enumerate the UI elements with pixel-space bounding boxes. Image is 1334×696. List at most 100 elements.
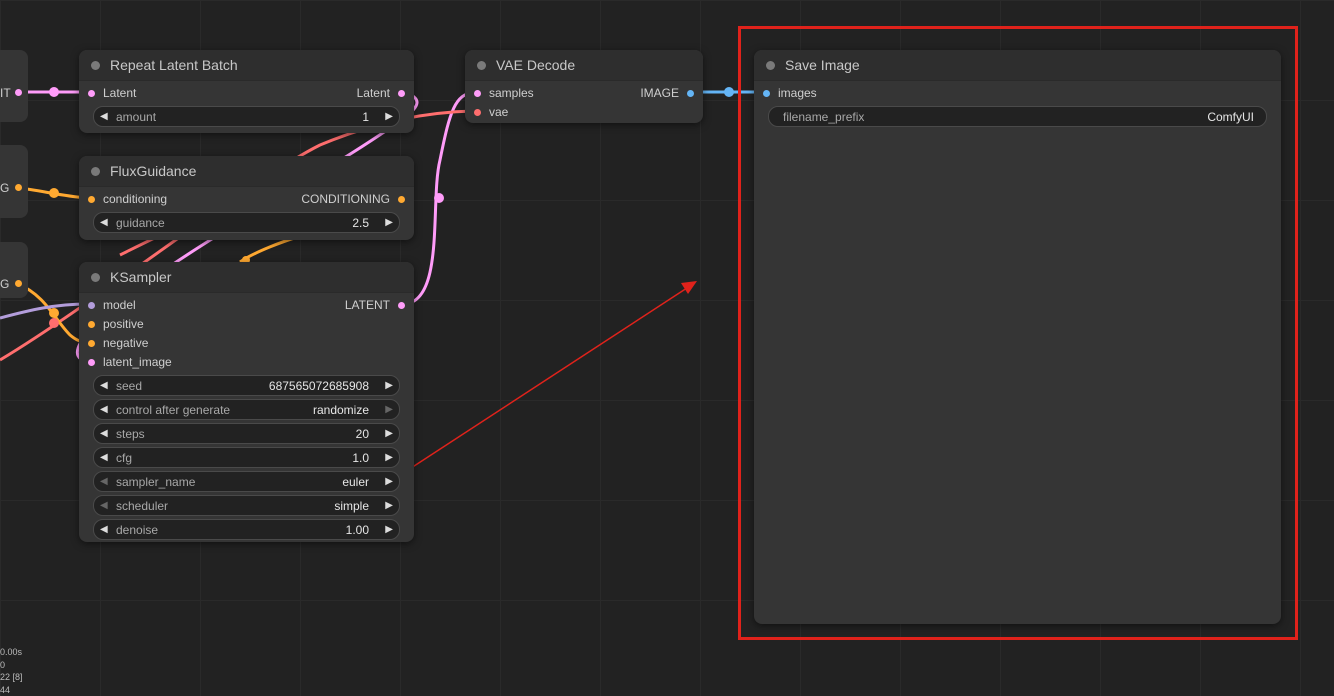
node-title-bar[interactable]: VAE Decode [465,50,703,81]
latent-dot-icon [88,89,95,97]
increment-arrow-icon[interactable]: ▶ [379,452,399,463]
conditioning-dot-icon [88,320,95,328]
decrement-arrow-icon[interactable]: ◀ [94,452,112,463]
stub-2-output-label: G [0,181,10,195]
stub-3-output-label: G [0,277,10,291]
output-slot-conditioning[interactable]: CONDITIONING [301,192,405,206]
latent-dot-icon [474,89,481,97]
widget-name: seed [116,378,143,393]
latent-dot-icon [398,89,405,97]
increment-arrow-icon[interactable]: ▶ [379,500,399,511]
slot-label: IMAGE [640,86,679,100]
widget-value: 1.0 [352,450,369,465]
stub-1-output-dot[interactable] [15,89,22,96]
widget-value: simple [334,498,369,513]
input-slot-samples[interactable]: samples [474,86,534,100]
input-slot-vae[interactable]: vae [474,105,508,119]
increment-arrow-icon[interactable]: ▶ [379,404,399,415]
decrement-arrow-icon[interactable]: ◀ [94,476,112,487]
model-dot-icon [88,301,95,309]
input-slot-negative[interactable]: negative [88,336,148,350]
widget-name: scheduler [116,498,169,513]
widget-name: denoise [116,522,159,537]
output-slot-latent[interactable]: Latent [357,86,405,100]
increment-arrow-icon[interactable]: ▶ [379,217,399,228]
node-title: FluxGuidance [110,163,197,179]
stub-node-1[interactable]: IT [0,50,28,122]
increment-arrow-icon[interactable]: ▶ [379,111,399,122]
node-ksampler[interactable]: KSampler model LATENT positive negative [79,262,414,542]
widget-name: amount [116,109,157,124]
widget-value: 2.5 [352,215,369,230]
slot-label: LATENT [344,298,390,312]
decrement-arrow-icon[interactable]: ◀ [94,428,112,439]
stat-line: 0.00s [0,647,23,657]
increment-arrow-icon[interactable]: ▶ [379,428,399,439]
decrement-arrow-icon[interactable]: ◀ [94,404,112,415]
widget-value: 1 [362,109,369,124]
stub-2-output-dot[interactable] [15,184,22,191]
node-graph-canvas[interactable]: IT G G Repeat Latent Batch Latent Latent… [0,0,1334,696]
increment-arrow-icon[interactable]: ▶ [379,380,399,391]
widget-value: 687565072685908 [268,378,369,393]
decrement-arrow-icon[interactable]: ◀ [94,111,112,122]
collapse-dot-icon[interactable] [91,272,100,282]
collapse-dot-icon[interactable] [91,166,100,176]
widget-cfg[interactable]: ◀ cfg 1.0 ▶ [93,447,400,468]
conditioning-dot-icon [398,195,405,203]
decrement-arrow-icon[interactable]: ◀ [94,524,112,535]
slot-label: Latent [356,86,390,100]
widget-control-after-generate[interactable]: ◀ control after generate randomize ▶ [93,399,400,420]
decrement-arrow-icon[interactable]: ◀ [94,380,112,391]
output-slot-image[interactable]: IMAGE [640,86,694,100]
input-slot-conditioning[interactable]: conditioning [88,192,167,206]
input-slot-model[interactable]: model [88,298,136,312]
widget-value: euler [342,474,369,489]
latent-dot-icon [398,301,405,309]
node-flux-guidance[interactable]: FluxGuidance conditioning CONDITIONING ◀… [79,156,414,240]
slot-label: vae [489,105,509,119]
widget-sampler-name[interactable]: ◀ sampler_name euler ▶ [93,471,400,492]
slot-label: positive [103,317,144,331]
stat-line: 22 [8] [0,672,23,682]
node-title: KSampler [110,269,172,285]
stub-3-output-dot[interactable] [15,280,22,287]
stat-line: 0 [0,659,6,670]
output-slot-latent[interactable]: LATENT [345,298,405,312]
node-vae-decode[interactable]: VAE Decode samples IMAGE vae [465,50,703,123]
input-slot-positive[interactable]: positive [88,317,144,331]
stub-node-3[interactable]: G [0,242,28,298]
annotation-arrow [384,285,691,486]
annotation-arrowhead [681,281,697,294]
collapse-dot-icon[interactable] [477,60,486,70]
node-repeat-latent-batch[interactable]: Repeat Latent Batch Latent Latent ◀ amou… [79,50,414,133]
collapse-dot-icon[interactable] [91,60,100,70]
decrement-arrow-icon[interactable]: ◀ [94,500,112,511]
node-title-bar[interactable]: Repeat Latent Batch [79,50,414,81]
widget-scheduler[interactable]: ◀ scheduler simple ▶ [93,495,400,516]
input-slot-latent-image[interactable]: latent_image [88,355,172,369]
image-dot-icon [687,89,694,97]
widget-seed[interactable]: ◀ seed 687565072685908 ▶ [93,375,400,396]
slot-label: CONDITIONING [301,192,390,206]
widget-guidance[interactable]: ◀ guidance 2.5 ▶ [93,212,400,233]
increment-arrow-icon[interactable]: ▶ [379,524,399,535]
slot-label: latent_image [103,355,172,369]
widget-name: control after generate [116,402,231,417]
conditioning-dot-icon [88,339,95,347]
widget-value: randomize [312,402,369,417]
slot-label: negative [103,336,149,350]
input-slot-latent[interactable]: Latent [88,86,136,100]
increment-arrow-icon[interactable]: ▶ [379,476,399,487]
node-title-bar[interactable]: KSampler [79,262,414,293]
widget-name: sampler_name [116,474,196,489]
widget-amount[interactable]: ◀ amount 1 ▶ [93,106,400,127]
widget-name: cfg [116,450,133,465]
decrement-arrow-icon[interactable]: ◀ [94,217,112,228]
stub-node-2[interactable]: G [0,145,28,218]
slot-label: model [103,298,136,312]
widget-steps[interactable]: ◀ steps 20 ▶ [93,423,400,444]
widget-denoise[interactable]: ◀ denoise 1.00 ▶ [93,519,400,540]
node-title-bar[interactable]: FluxGuidance [79,156,414,187]
conditioning-dot-icon [88,195,95,203]
